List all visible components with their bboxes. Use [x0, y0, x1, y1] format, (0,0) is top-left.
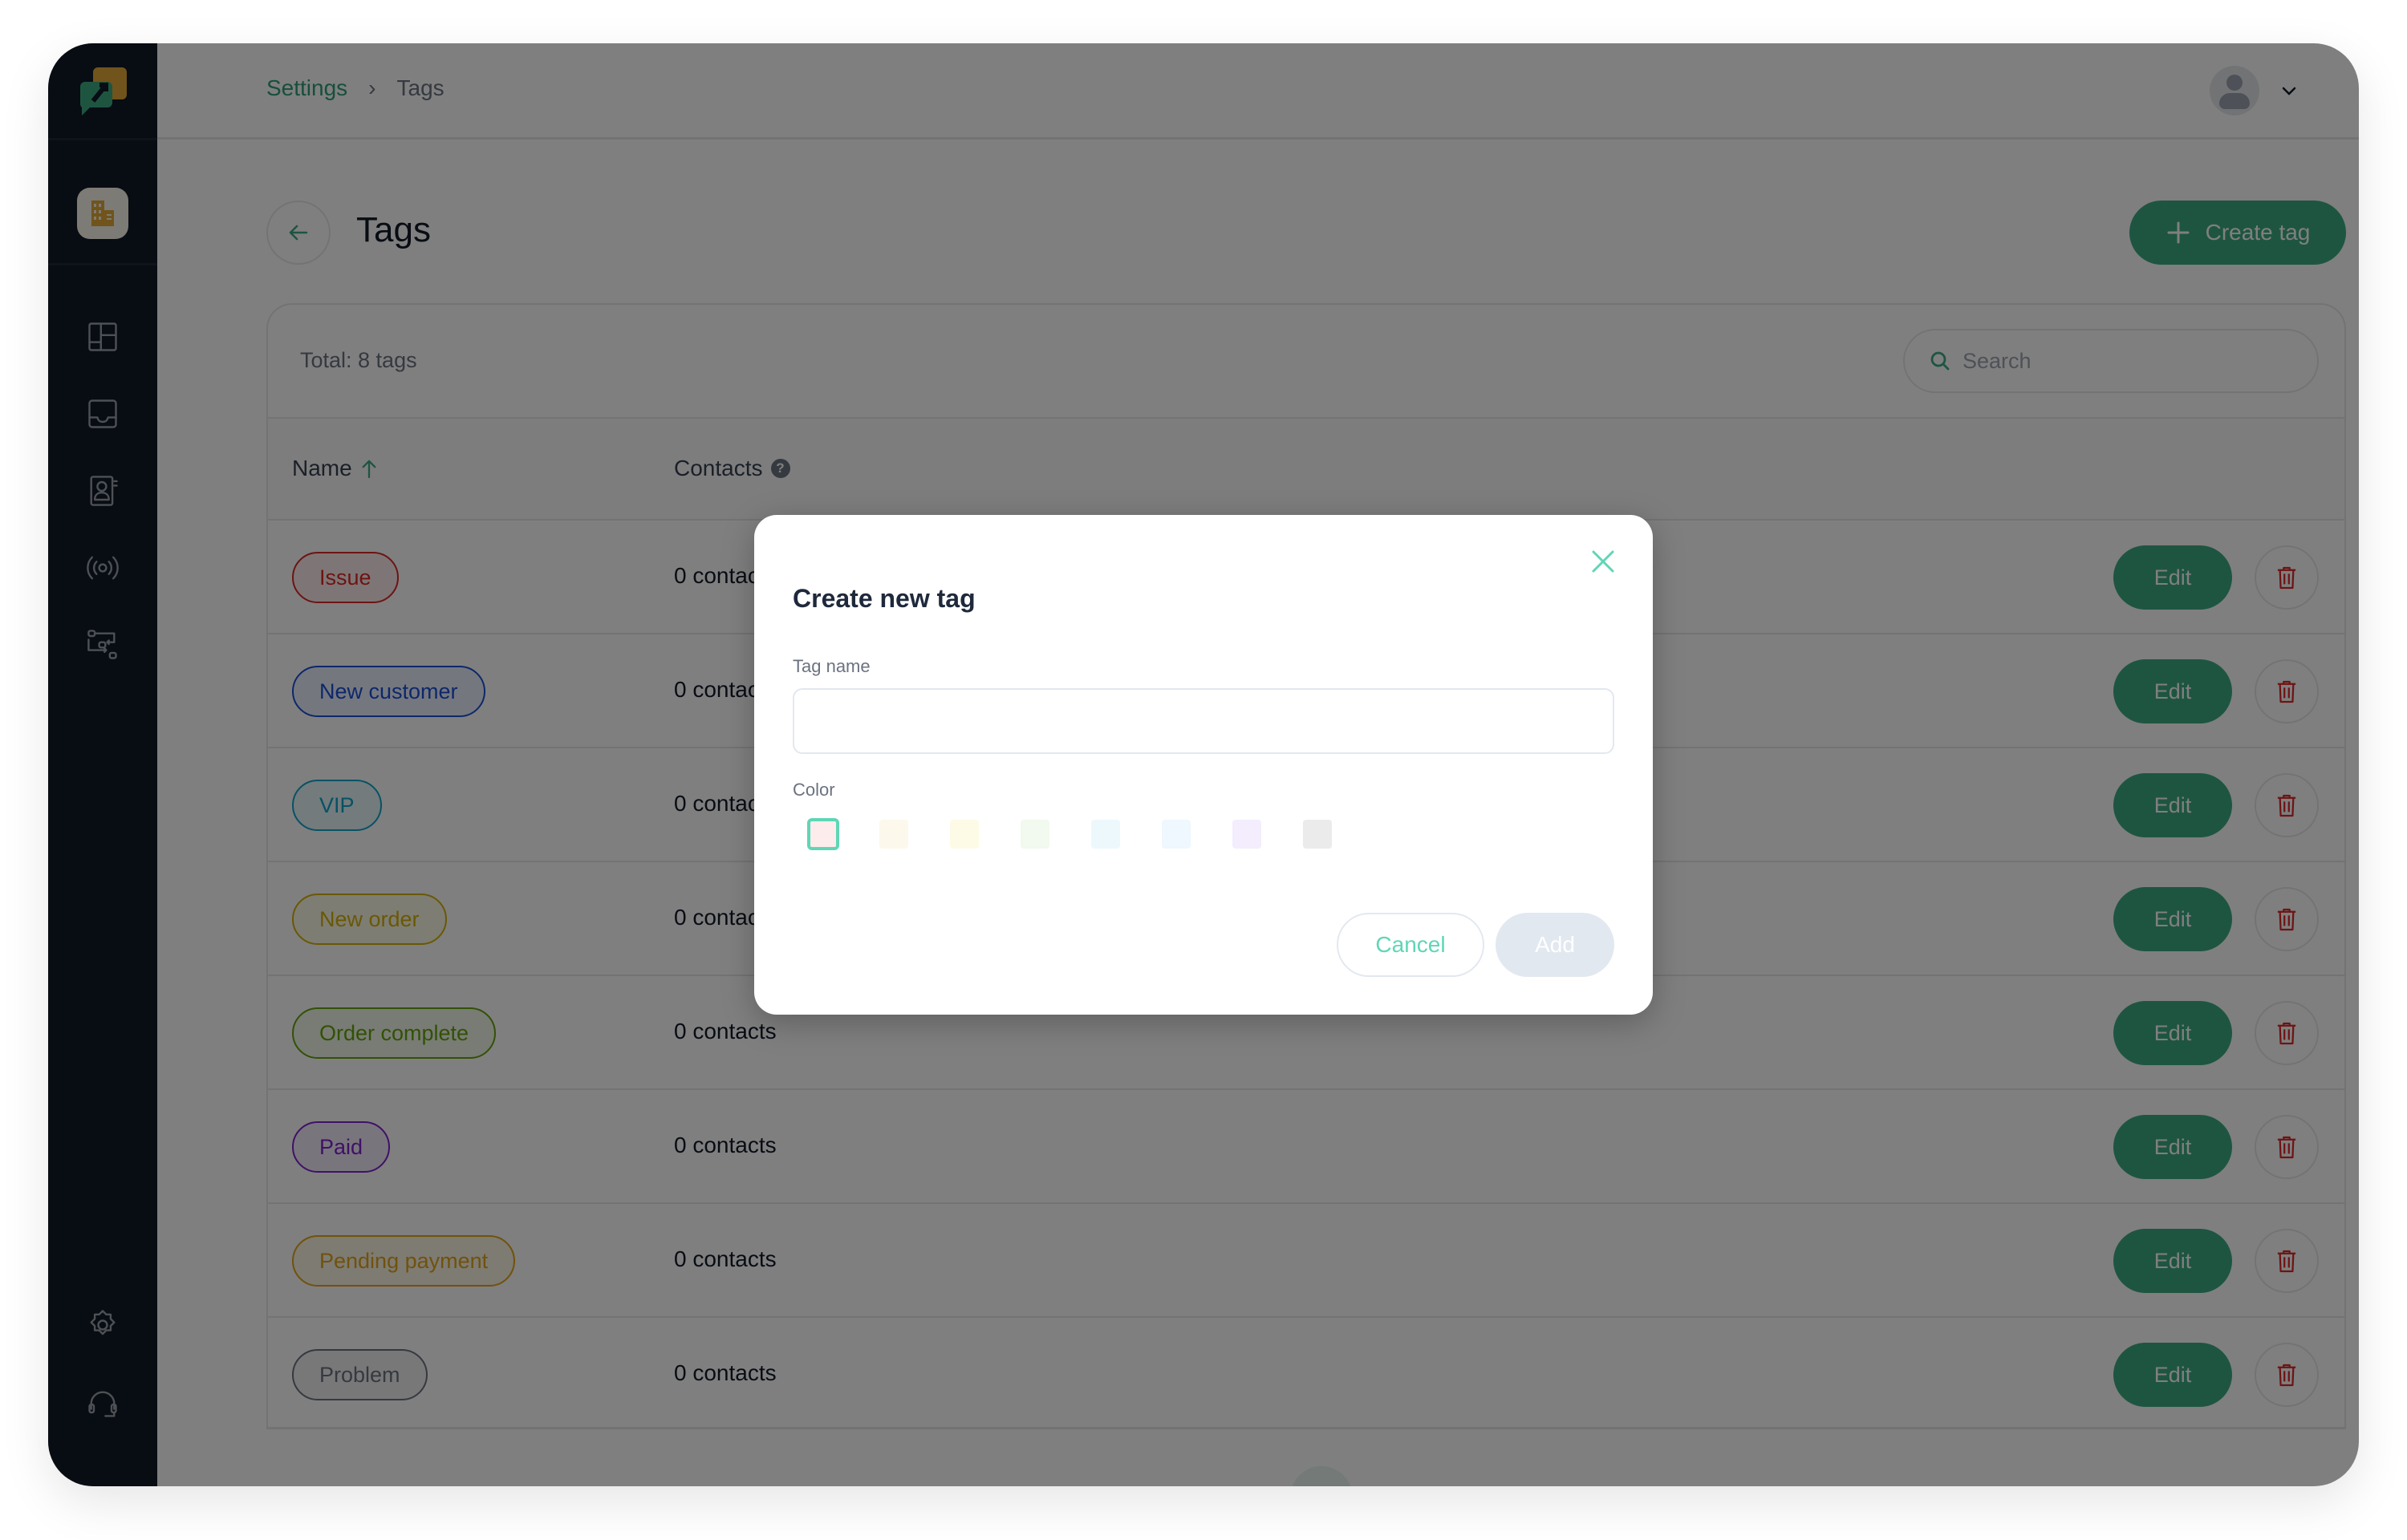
color-swatch[interactable]: [1303, 820, 1332, 849]
color-picker: [807, 818, 1332, 850]
color-swatch[interactable]: [1162, 820, 1191, 849]
add-button[interactable]: Add: [1496, 913, 1614, 977]
close-button[interactable]: [1587, 545, 1619, 578]
color-swatch[interactable]: [879, 820, 908, 849]
cancel-button[interactable]: Cancel: [1337, 913, 1484, 977]
color-swatch[interactable]: [950, 820, 979, 849]
modal-title: Create new tag: [793, 584, 976, 613]
color-label: Color: [793, 780, 835, 800]
create-tag-modal: Create new tag Tag name Color Cancel Add: [754, 515, 1653, 1015]
color-swatch[interactable]: [1091, 820, 1120, 849]
color-swatch[interactable]: [807, 818, 839, 850]
app-window: Settings › Tags Tags Create tag Total: 8…: [48, 43, 2359, 1486]
tag-name-input[interactable]: [793, 688, 1614, 754]
tag-name-label: Tag name: [793, 656, 871, 676]
color-swatch[interactable]: [1021, 820, 1049, 849]
close-icon: [1592, 550, 1614, 573]
color-swatch[interactable]: [1232, 820, 1261, 849]
